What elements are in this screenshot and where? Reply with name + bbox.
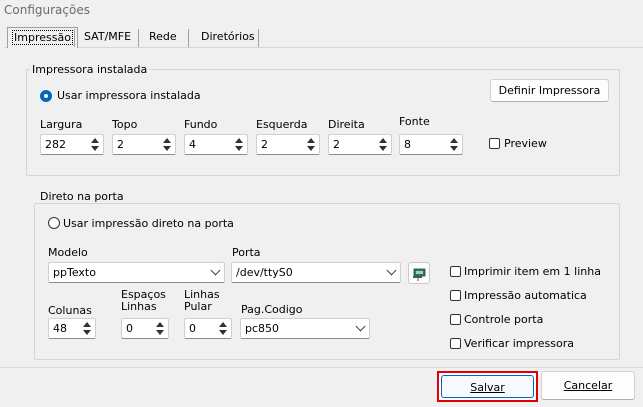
imprimir-item-checkbox[interactable] bbox=[450, 266, 461, 277]
spin-arrows-icon[interactable] bbox=[449, 137, 459, 152]
spin-arrows-icon[interactable] bbox=[306, 137, 316, 152]
porta-label: Porta bbox=[232, 246, 261, 259]
impressao-automatica-checkbox[interactable] bbox=[450, 290, 461, 301]
installed-printer-group-title: Impressora instalada bbox=[30, 63, 150, 76]
pag-codigo-value: pc850 bbox=[245, 322, 280, 335]
port-config-button[interactable] bbox=[408, 262, 430, 284]
fonte-label: Fonte bbox=[399, 115, 430, 128]
use-installed-printer-radio[interactable] bbox=[40, 90, 52, 102]
modelo-value: ppTexto bbox=[53, 266, 96, 279]
direita-spinner[interactable]: 2 bbox=[328, 134, 392, 155]
porta-value: /dev/ttyS0 bbox=[236, 266, 293, 279]
topo-value: 2 bbox=[117, 138, 124, 151]
colunas-spinner[interactable]: 48 bbox=[48, 318, 96, 339]
save-button[interactable]: Salvar bbox=[437, 371, 538, 402]
esquerda-label: Esquerda bbox=[256, 118, 308, 131]
verificar-impressora-label: Verificar impressora bbox=[464, 337, 575, 350]
cancel-button[interactable]: Cancelar bbox=[541, 371, 635, 400]
modelo-label: Modelo bbox=[48, 246, 88, 259]
controle-porta-checkbox[interactable] bbox=[450, 314, 461, 325]
pag-codigo-dropdown[interactable]: pc850 bbox=[240, 318, 370, 339]
impressao-automatica-label: Impressão automatica bbox=[464, 289, 587, 302]
tab-strip-divider bbox=[4, 47, 643, 48]
pular-label: Pular bbox=[184, 300, 212, 313]
esquerda-spinner[interactable]: 2 bbox=[256, 134, 320, 155]
controle-porta-label: Controle porta bbox=[464, 313, 544, 326]
window-title: Configurações bbox=[4, 3, 90, 17]
fundo-label: Fundo bbox=[184, 118, 218, 131]
espacos-linhas-value: 0 bbox=[126, 322, 133, 335]
tab-rede[interactable]: Rede bbox=[144, 27, 182, 47]
linhas-pular-spinner[interactable]: 0 bbox=[184, 318, 232, 339]
direct-port-group-title: Direto na porta bbox=[38, 190, 126, 203]
chevron-down-icon bbox=[355, 321, 366, 332]
tab-separator bbox=[258, 29, 259, 47]
tab-separator bbox=[74, 29, 75, 47]
topo-spinner[interactable]: 2 bbox=[112, 134, 176, 155]
save-button-label: Salvar bbox=[470, 381, 505, 394]
use-direct-port-radio[interactable] bbox=[48, 217, 60, 229]
tab-impressao[interactable]: Impressão bbox=[7, 27, 78, 48]
porta-dropdown[interactable]: /dev/ttyS0 bbox=[231, 262, 401, 283]
imprimir-item-label: Imprimir item em 1 linha bbox=[464, 265, 601, 278]
use-installed-printer-label: Usar impressora instalada bbox=[57, 89, 201, 102]
spin-arrows-icon[interactable] bbox=[162, 137, 172, 152]
spin-arrows-icon[interactable] bbox=[82, 321, 92, 336]
fundo-spinner[interactable]: 4 bbox=[184, 134, 248, 155]
topo-label: Topo bbox=[112, 118, 138, 131]
espacos-linhas-label: Linhas bbox=[121, 300, 157, 313]
espacos-linhas-spinner[interactable]: 0 bbox=[121, 318, 169, 339]
cancel-button-label: Cancelar bbox=[563, 379, 613, 392]
use-direct-port-label: Usar impressão direto na porta bbox=[63, 217, 234, 230]
preview-checkbox[interactable] bbox=[489, 138, 500, 149]
footer-divider bbox=[0, 367, 643, 368]
spin-arrows-icon[interactable] bbox=[90, 137, 100, 152]
direita-value: 2 bbox=[333, 138, 340, 151]
fundo-value: 4 bbox=[189, 138, 196, 151]
colunas-label: Colunas bbox=[48, 304, 92, 317]
tab-sat-mfe[interactable]: SAT/MFE bbox=[79, 27, 136, 47]
port-device-icon bbox=[413, 268, 426, 281]
linhas-pular-value: 0 bbox=[189, 322, 196, 335]
spin-arrows-icon[interactable] bbox=[234, 137, 244, 152]
esquerda-value: 2 bbox=[261, 138, 268, 151]
spin-arrows-icon[interactable] bbox=[155, 321, 165, 336]
chevron-down-icon bbox=[386, 265, 397, 276]
tab-impressao-label: Impressão bbox=[12, 30, 73, 45]
direita-label: Direita bbox=[328, 118, 365, 131]
largura-label: Largura bbox=[40, 118, 83, 131]
define-printer-button[interactable]: Definir Impressora bbox=[490, 79, 609, 102]
pag-codigo-label: Pag.Codigo bbox=[241, 303, 303, 316]
spin-arrows-icon[interactable] bbox=[218, 321, 228, 336]
spin-arrows-icon[interactable] bbox=[378, 137, 388, 152]
preview-label: Preview bbox=[504, 137, 547, 150]
largura-value: 282 bbox=[45, 138, 66, 151]
tab-separator bbox=[138, 29, 139, 47]
fonte-value: 8 bbox=[404, 138, 411, 151]
tab-separator bbox=[188, 29, 189, 47]
modelo-dropdown[interactable]: ppTexto bbox=[48, 262, 225, 283]
tab-diretorios[interactable]: Diretórios bbox=[196, 27, 260, 47]
fonte-spinner[interactable]: 8 bbox=[399, 134, 463, 155]
verificar-impressora-checkbox[interactable] bbox=[450, 338, 461, 349]
chevron-down-icon bbox=[210, 265, 221, 276]
colunas-value: 48 bbox=[53, 322, 67, 335]
largura-spinner[interactable]: 282 bbox=[40, 134, 104, 155]
